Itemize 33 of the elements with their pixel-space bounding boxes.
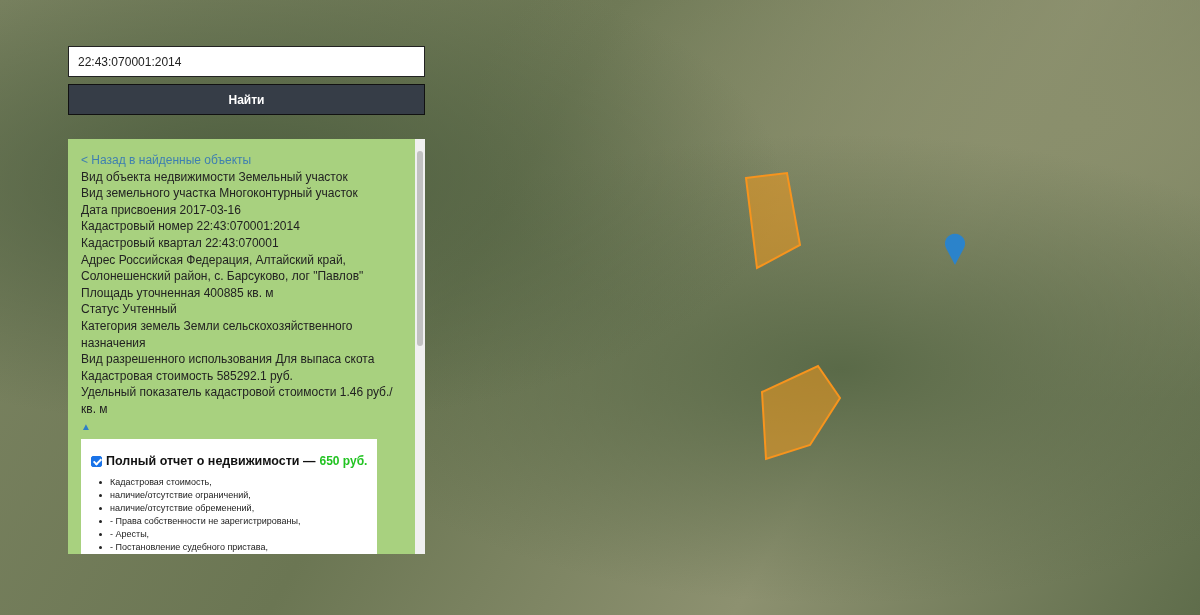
scrollbar[interactable]: [415, 139, 425, 554]
property-detail: Кадастровый квартал 22:43:070001: [81, 234, 279, 252]
property-detail: Категория земель Земли сельскохозяйственного назначения: [81, 317, 354, 352]
bullet-icon: [99, 480, 102, 484]
land-plot-outline[interactable]: [744, 171, 802, 270]
bullet-icon: [99, 506, 102, 510]
property-detail: Вид объекта недвижимости Земельный участок: [81, 168, 348, 186]
property-detail: Статус Учтенный: [81, 301, 177, 318]
property-detail: Площадь уточненная 400885 кв. м: [81, 284, 274, 302]
report-price: 650 руб.: [319, 453, 368, 470]
land-plot-outline[interactable]: [760, 364, 842, 461]
report-item: - Права собственности не зарегистрированы,: [110, 514, 301, 528]
report-item: - Аресты,: [110, 527, 150, 541]
property-detail: Адрес Российская Федерация, Алтайский край, Солонешенский район, с. Барсуково, лог "Павлов": [81, 251, 365, 285]
property-detail: Вид земельного участка Многоконтурный участок: [81, 185, 358, 202]
property-detail: Вид разрешенного использования Для выпаса скота: [81, 351, 375, 368]
map-pin-icon[interactable]: [945, 233, 965, 265]
property-detail: Дата присвоения 2017-03-16: [81, 201, 241, 219]
bullet-icon: [99, 532, 102, 536]
report-item: Кадастровая стоимость,: [110, 475, 212, 489]
find-button[interactable]: Найти: [68, 84, 425, 115]
bullet-icon: [99, 493, 102, 497]
report-item: наличие/отсутствие обременений,: [110, 501, 255, 515]
report-item: наличие/отсутствие ограничений,: [110, 488, 251, 502]
report-title: Полный отчет о недвижимости —: [106, 453, 316, 470]
report-checkbox[interactable]: [91, 455, 102, 467]
bullet-icon: [99, 519, 102, 523]
property-detail: Кадастровый номер 22:43:070001:2014: [81, 218, 300, 235]
search-field[interactable]: 22:43:070001:2014: [68, 46, 425, 77]
report-item: - Постановление судебного пристава,: [110, 540, 268, 554]
property-detail: Удельный показатель кадастровой стоимости 1.46 руб./кв. м: [81, 384, 394, 418]
bullet-icon: [99, 545, 102, 549]
property-detail: Кадастровая стоимость 585292.1 руб.: [81, 367, 293, 385]
